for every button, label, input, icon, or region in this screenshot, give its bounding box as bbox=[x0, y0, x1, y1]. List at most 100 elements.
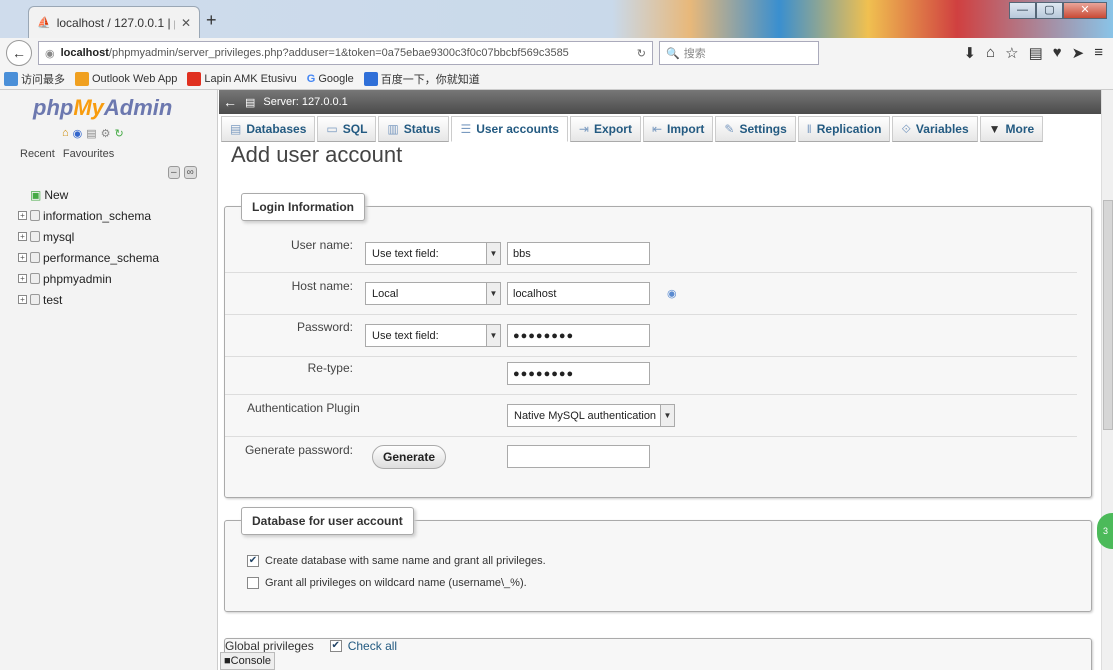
pocket-icon[interactable]: ♥ bbox=[1053, 44, 1062, 62]
users-icon: ☰ bbox=[460, 122, 472, 136]
select-value: Use text field: bbox=[372, 330, 439, 342]
expand-icon[interactable]: + bbox=[18, 232, 27, 241]
phpmyadmin-logo[interactable]: phpMyAdmin bbox=[33, 95, 172, 121]
bookmark-star-icon[interactable]: ☆ bbox=[1005, 44, 1018, 62]
database-icon bbox=[30, 231, 40, 242]
create-database-checkbox[interactable]: ✔ bbox=[247, 555, 259, 567]
auth-plugin-select[interactable]: Native MySQL authentication ▼ bbox=[507, 404, 675, 427]
logout-icon[interactable]: ◉ bbox=[73, 127, 83, 140]
tab-databases[interactable]: ▤ Databases bbox=[221, 116, 316, 142]
maximize-button[interactable]: ▢ bbox=[1036, 2, 1063, 19]
download-icon[interactable]: ⬇ bbox=[963, 44, 976, 62]
site-info-icon[interactable]: ◉ bbox=[45, 47, 55, 60]
help-icon[interactable]: ◉ bbox=[667, 287, 677, 300]
reload-icon[interactable]: ↻ bbox=[115, 127, 124, 140]
reload-icon[interactable]: ↻ bbox=[637, 47, 646, 60]
wildcard-privileges-label: Grant all privileges on wildcard name (u… bbox=[265, 577, 527, 589]
global-privileges-title: Global privileges bbox=[225, 639, 314, 653]
url-host: localhost bbox=[60, 47, 109, 59]
expand-icon[interactable]: + bbox=[18, 211, 27, 220]
username-type-select[interactable]: Use text field: ▼ bbox=[365, 242, 501, 265]
bookmark-outlook[interactable]: Outlook Web App bbox=[75, 71, 177, 86]
server-icon: ▤ bbox=[245, 96, 256, 109]
bookmark-lapin[interactable]: Lapin AMK Etusivu bbox=[187, 71, 297, 86]
link-icon[interactable]: ∞ bbox=[183, 166, 197, 179]
password-type-select[interactable]: Use text field: ▼ bbox=[365, 324, 501, 347]
collapse-panel-icon[interactable]: ← bbox=[223, 94, 237, 110]
username-row: User name: Use text field: ▼ bbox=[225, 227, 1077, 273]
close-tab-icon[interactable]: ✕ bbox=[181, 16, 191, 30]
tree-item-label: test bbox=[43, 292, 63, 307]
console-toggle[interactable]: ■Console bbox=[220, 652, 276, 670]
generated-password-input[interactable] bbox=[507, 445, 650, 468]
tree-item-label: phpmyadmin bbox=[43, 271, 112, 286]
search-input[interactable]: 🔍 搜索 bbox=[659, 41, 819, 65]
tree-item-new[interactable]: ▣ New bbox=[18, 184, 159, 205]
recent-tab[interactable]: Recent bbox=[18, 147, 57, 161]
minimize-button[interactable]: — bbox=[1009, 2, 1036, 19]
username-input[interactable] bbox=[507, 242, 650, 265]
settings-gear-icon[interactable]: ⚙ bbox=[101, 127, 111, 140]
expand-icon[interactable]: + bbox=[18, 295, 27, 304]
bookmark-label: Lapin AMK Etusivu bbox=[204, 72, 297, 85]
generate-password-label: Generate password: bbox=[244, 443, 353, 457]
tab-sql[interactable]: ▭ SQL bbox=[317, 116, 377, 142]
new-tab-button[interactable]: + bbox=[206, 10, 217, 31]
send-icon[interactable]: ➤ bbox=[1072, 44, 1085, 62]
databases-icon: ▤ bbox=[230, 122, 242, 136]
tree-item-information-schema[interactable]: + information_schema bbox=[18, 205, 159, 226]
tab-label: User accounts bbox=[476, 122, 559, 136]
tab-export[interactable]: ⇥ Export bbox=[569, 116, 641, 142]
close-window-button[interactable]: ✕ bbox=[1063, 2, 1107, 19]
bookmarks-bar: 访问最多 Outlook Web App Lapin AMK Etusivu G… bbox=[0, 68, 1113, 90]
menu-icon[interactable]: ≡ bbox=[1094, 44, 1103, 62]
tab-status[interactable]: ▥ Status bbox=[378, 116, 450, 142]
database-icon bbox=[30, 210, 40, 221]
tab-settings[interactable]: ✎ Settings bbox=[715, 116, 796, 142]
favourites-tab[interactable]: Favourites bbox=[61, 147, 116, 161]
expand-icon[interactable]: + bbox=[18, 274, 27, 283]
reading-list-icon[interactable]: ▤ bbox=[1029, 44, 1043, 62]
home-icon[interactable]: ⌂ bbox=[986, 44, 995, 62]
login-information-legend: Login Information bbox=[241, 193, 365, 221]
hostname-input[interactable] bbox=[507, 282, 650, 305]
bookmark-google[interactable]: G Google bbox=[307, 73, 354, 85]
wildcard-privileges-checkbox[interactable] bbox=[247, 577, 259, 589]
password-row: Password: Use text field: ▼ ●●●●●●●● bbox=[225, 315, 1077, 357]
home-icon[interactable]: ⌂ bbox=[62, 127, 69, 140]
tab-more[interactable]: ▼ More bbox=[979, 116, 1044, 142]
bookmark-baidu[interactable]: 百度一下，你就知道 bbox=[363, 71, 480, 87]
collapse-all-icon[interactable]: – bbox=[168, 166, 180, 179]
retype-input[interactable]: ●●●●●●●● bbox=[507, 362, 650, 385]
browser-tab[interactable]: ⛵ localhost / 127.0.0.1 | php... ✕ bbox=[28, 6, 200, 38]
tab-import[interactable]: ⇤ Import bbox=[642, 116, 714, 142]
tree-item-performance-schema[interactable]: + performance_schema bbox=[18, 247, 159, 268]
create-database-option[interactable]: ✔ Create database with same name and gra… bbox=[247, 555, 546, 567]
server-link[interactable]: Server: 127.0.0.1 bbox=[263, 96, 347, 108]
tab-user-accounts[interactable]: ☰ User accounts bbox=[451, 116, 568, 142]
wildcard-privileges-option[interactable]: Grant all privileges on wildcard name (u… bbox=[247, 577, 527, 589]
search-icon: 🔍 bbox=[666, 47, 680, 60]
tree-controls: – ∞ bbox=[168, 166, 197, 179]
tab-replication[interactable]: ‖ Replication bbox=[797, 116, 891, 142]
pma-favicon-icon: ⛵ bbox=[37, 17, 51, 29]
hostname-type-select[interactable]: Local ▼ bbox=[365, 282, 501, 305]
scrollbar-thumb[interactable] bbox=[1103, 200, 1113, 430]
vertical-scrollbar[interactable] bbox=[1101, 90, 1113, 670]
tab-label: Variables bbox=[915, 122, 969, 136]
address-bar[interactable]: ◉ localhost/phpmyadmin/server_privileges… bbox=[38, 41, 653, 65]
generate-button[interactable]: Generate bbox=[372, 445, 447, 469]
dropdown-arrow-icon: ▼ bbox=[660, 404, 675, 427]
tree-item-test[interactable]: + test bbox=[18, 289, 159, 310]
check-all-checkbox[interactable]: ✔ bbox=[329, 640, 342, 652]
password-input[interactable]: ●●●●●●●● bbox=[507, 324, 650, 347]
tree-item-phpmyadmin[interactable]: + phpmyadmin bbox=[18, 268, 159, 289]
docs-icon[interactable]: ▤ bbox=[86, 127, 96, 140]
tree-item-mysql[interactable]: + mysql bbox=[18, 226, 159, 247]
check-all-option[interactable]: ✔ Check all bbox=[329, 639, 397, 653]
back-button[interactable]: ← bbox=[6, 40, 32, 66]
bookmark-most-visited[interactable]: 访问最多 bbox=[4, 71, 65, 87]
tab-variables[interactable]: ⟐ Variables bbox=[892, 116, 978, 142]
expand-icon[interactable]: + bbox=[18, 253, 27, 262]
browser-window: ⛵ localhost / 127.0.0.1 | php... ✕ + — ▢… bbox=[0, 0, 1113, 670]
